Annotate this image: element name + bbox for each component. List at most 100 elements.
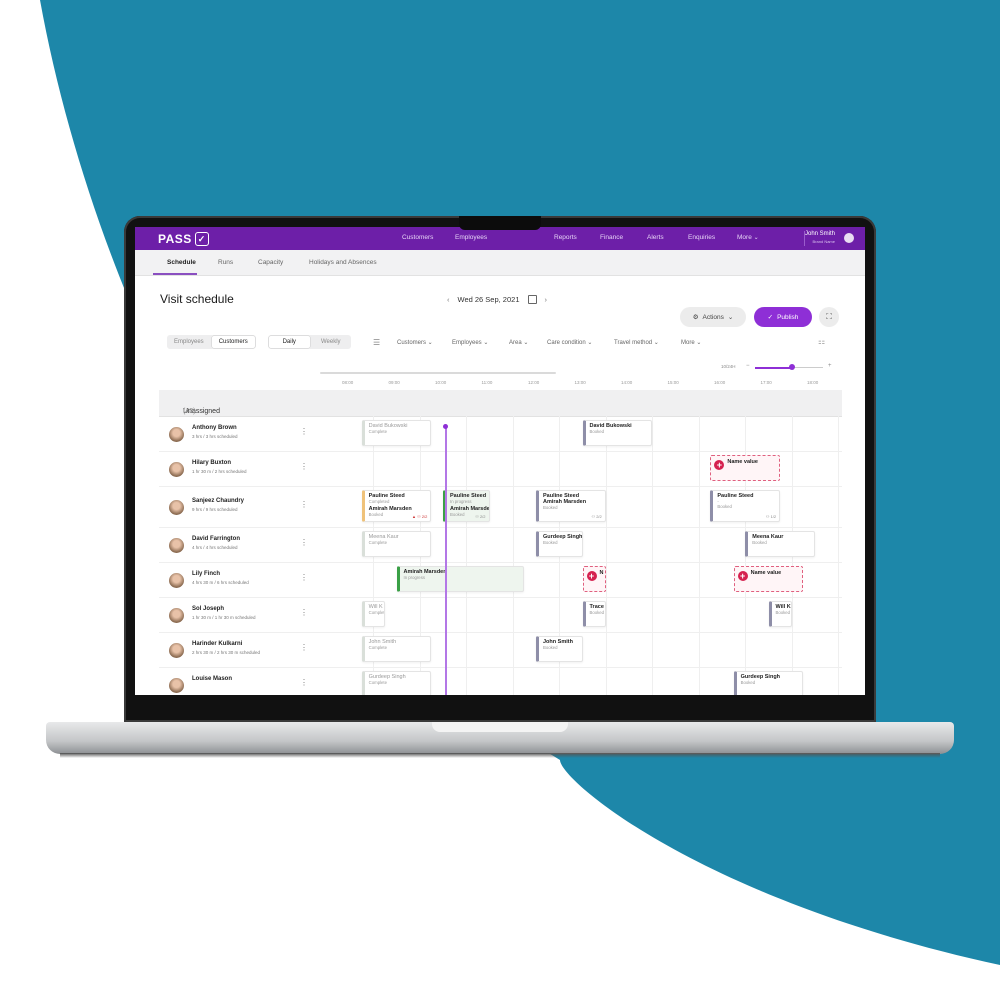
- hour-tick-label: 15:00: [667, 380, 679, 385]
- hour-tick-label: 09:00: [388, 380, 400, 385]
- more-options-icon[interactable]: ⋮: [300, 462, 308, 471]
- visit-card[interactable]: David Bukowski Booked: [582, 420, 653, 446]
- zoom-slider[interactable]: [755, 364, 823, 370]
- filter-more[interactable]: More ⌄: [681, 339, 701, 346]
- visit-card[interactable]: Will KComplete: [361, 601, 385, 627]
- toggle-weekly[interactable]: Weekly: [311, 335, 352, 349]
- more-options-icon[interactable]: ⋮: [300, 678, 308, 687]
- nav-customers[interactable]: Customers: [402, 234, 433, 241]
- active-tab-indicator: [153, 273, 197, 275]
- tab-schedule[interactable]: Schedule: [167, 259, 196, 266]
- toggle-customers[interactable]: Customers: [211, 336, 255, 348]
- visit-status: Booked: [589, 429, 605, 434]
- toggle-employees[interactable]: Employees: [167, 335, 211, 349]
- actions-button[interactable]: ⚙ Actions ⌄: [680, 307, 746, 327]
- visit-card[interactable]: Gurdeep Singh Booked: [733, 671, 804, 695]
- hour-tick-label: 18:00: [807, 380, 819, 385]
- visit-card[interactable]: Will Ki Booked: [768, 601, 792, 627]
- visit-card[interactable]: Pauline Steed Amirah Marsden Booked ⚇ 2/2: [536, 490, 606, 522]
- visit-card[interactable]: Trace Booked: [582, 601, 606, 627]
- carer-count-value: 2/2: [421, 514, 428, 519]
- visit-status: In progress: [450, 499, 472, 504]
- unfilled-visit[interactable]: + Name value: [710, 455, 781, 481]
- nav-finance[interactable]: Finance: [600, 234, 623, 241]
- zoom-in-button[interactable]: +: [828, 363, 832, 369]
- visit-status: Completed: [368, 499, 390, 504]
- tab-capacity[interactable]: Capacity: [258, 259, 283, 266]
- visit-card[interactable]: Amirah Marsden In progress: [396, 566, 525, 592]
- actions-label: Actions: [702, 313, 724, 321]
- visit-card[interactable]: Pauline Steed - Booked ⚇ 1/2: [710, 490, 781, 522]
- filter-icon[interactable]: ☰: [373, 338, 380, 347]
- employee-row[interactable]: Sol Joseph 1 hr 30 m / 1 hr 30 m schedule…: [159, 597, 842, 633]
- add-icon[interactable]: +: [714, 460, 725, 470]
- visit-status: Booked: [752, 540, 767, 545]
- zoom-out-button[interactable]: −: [746, 363, 750, 369]
- employee-name: Louise Mason: [192, 675, 233, 682]
- visit-card[interactable]: Gurdeep Singh Complete: [361, 671, 432, 695]
- visit-status: Complete: [368, 540, 388, 545]
- period-toggle: Daily Weekly: [268, 335, 351, 349]
- next-day-button[interactable]: ›: [545, 295, 548, 304]
- employee-row[interactable]: Anthony Brown 3 hrs / 3 hrs scheduled ⋮: [159, 416, 842, 452]
- visit-label: Name value: [727, 459, 758, 465]
- filter-label: Care condition: [547, 340, 586, 346]
- filter-label: Area: [509, 340, 522, 346]
- add-icon[interactable]: +: [737, 571, 748, 581]
- zoom-label: 10/24H: [721, 364, 736, 369]
- employee-row[interactable]: David Farrington 4 hrs / 4 hrs scheduled ⋮: [159, 527, 842, 563]
- more-options-icon[interactable]: ⋮: [300, 427, 308, 436]
- more-options-icon[interactable]: ⋮: [300, 573, 308, 582]
- camera-notch: [459, 216, 541, 230]
- user-avatar-icon[interactable]: [844, 233, 854, 243]
- visit-card[interactable]: David Bukowski Complete: [361, 420, 432, 446]
- zoom-slider-handle[interactable]: [789, 364, 796, 370]
- filter-area[interactable]: Area ⌄: [509, 339, 528, 346]
- fullscreen-button[interactable]: ⛶: [819, 307, 839, 327]
- logo[interactable]: PASS ✓: [158, 232, 209, 246]
- calendar-icon[interactable]: [527, 295, 537, 304]
- visit-card[interactable]: Gurdeep Singh Booked: [536, 531, 583, 557]
- user-menu[interactable]: John Smith Brand Name: [805, 230, 835, 246]
- add-icon[interactable]: +: [586, 571, 597, 581]
- more-options-icon[interactable]: ⋮: [300, 538, 308, 547]
- employee-row[interactable]: Harinder Kulkarni 2 hrs 30 m / 2 hrs 30 m…: [159, 632, 842, 668]
- visit-card[interactable]: Pauline Steed In progress Amirah Marsden Bo…: [443, 490, 490, 522]
- unassigned-group-header[interactable]: Unassigned (43): [159, 390, 842, 417]
- prev-day-button[interactable]: ‹: [447, 295, 450, 304]
- visit-card[interactable]: Meena Kaur Booked: [745, 531, 815, 557]
- visit-card[interactable]: John Smith Booked: [536, 636, 583, 662]
- visit-status: Complete: [368, 610, 384, 615]
- nav-more[interactable]: More ⌄: [737, 234, 759, 241]
- visit-card[interactable]: John Smith Complete: [361, 636, 432, 662]
- visit-card[interactable]: Pauline Steed Completed Amirah Marsden Book…: [361, 490, 432, 522]
- filter-customers[interactable]: Customers ⌄: [397, 339, 433, 346]
- visit-card[interactable]: Meena Kaur Complete: [361, 531, 432, 557]
- avatar: [169, 677, 184, 693]
- nav-enquiries[interactable]: Enquiries: [688, 234, 715, 241]
- employee-hours: 3 hrs / 3 hrs scheduled: [192, 433, 238, 439]
- more-options-icon[interactable]: ⋮: [300, 500, 308, 509]
- filter-employees[interactable]: Employees ⌄: [452, 339, 488, 346]
- employee-hours: 2 hrs 30 m / 2 hrs 30 m scheduled: [192, 649, 261, 655]
- more-options-icon[interactable]: ⋮: [300, 608, 308, 617]
- more-options-icon[interactable]: ⋮: [300, 643, 308, 652]
- nav-alerts[interactable]: Alerts: [647, 234, 664, 241]
- unfilled-visit[interactable]: + Name value: [733, 566, 804, 592]
- unfilled-visit[interactable]: + N: [582, 566, 606, 592]
- chevron-down-icon: ⌄: [727, 314, 734, 321]
- toggle-daily[interactable]: Daily: [269, 336, 310, 348]
- filter-travel-method[interactable]: Travel method ⌄: [614, 339, 659, 346]
- horizontal-scrollbar[interactable]: [320, 372, 556, 374]
- publish-button[interactable]: ✓ Publish: [754, 307, 812, 327]
- nav-reports[interactable]: Reports: [554, 234, 577, 241]
- filter-care-condition[interactable]: Care condition ⌄: [547, 339, 592, 346]
- tab-runs[interactable]: Runs: [218, 259, 233, 266]
- visit-status: Booked: [740, 680, 756, 685]
- hour-tick-label: 14:00: [621, 380, 633, 385]
- hour-tick-label: 08:00: [342, 380, 354, 385]
- laptop-lip: [432, 722, 568, 732]
- tab-holidays-absences[interactable]: Holidays and Absences: [309, 259, 377, 266]
- nav-employees[interactable]: Employees: [455, 234, 487, 241]
- layout-toggle-icon[interactable]: ⚏: [818, 337, 825, 346]
